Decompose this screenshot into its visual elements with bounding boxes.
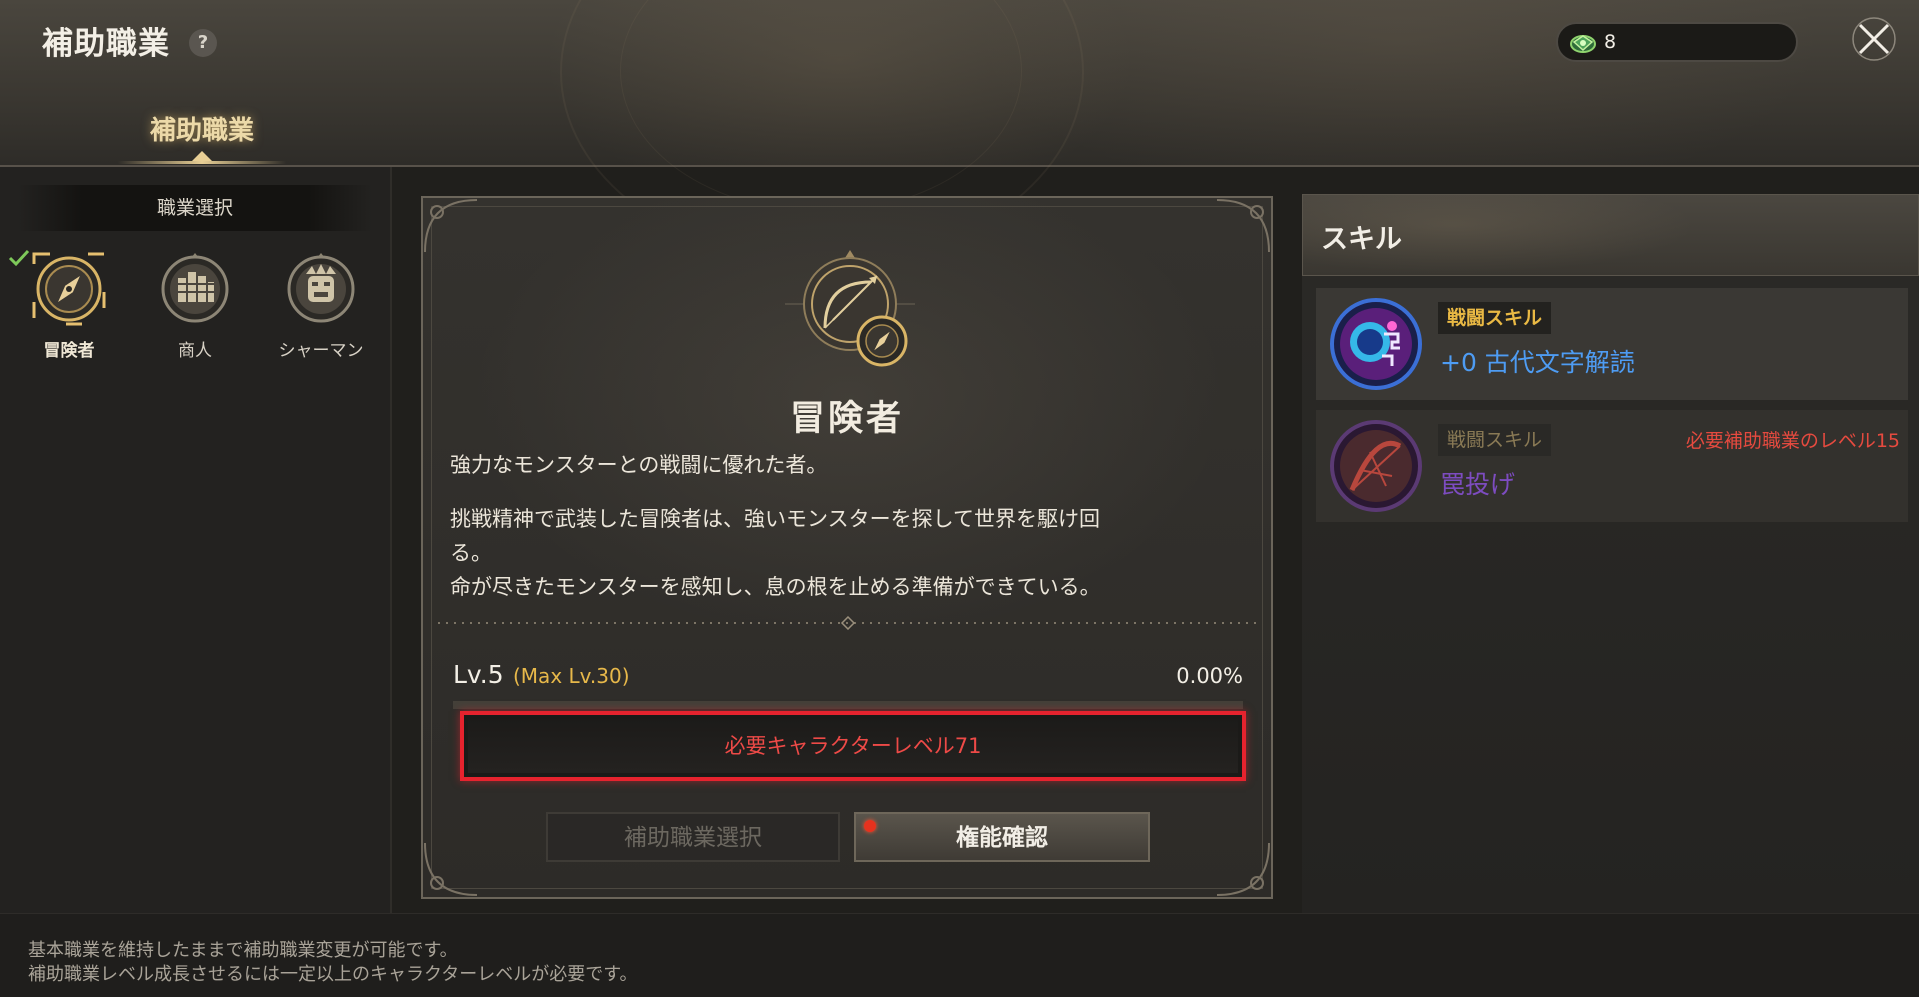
footer-info-line: 補助職業レベル成長させるには一定以上のキャラクターレベルが必要です。 <box>28 964 638 985</box>
footer-info: 基本職業を維持したままで補助職業変更が可能です。 補助職業レベル成長させるには一… <box>0 913 1919 997</box>
job-select-panel: 職業選択 冒険者 商人 シャーマン <box>0 167 392 913</box>
notification-dot-icon <box>864 820 876 832</box>
tab-underline <box>118 161 286 164</box>
currency-value: 8 <box>1604 31 1617 53</box>
corner-ornament-icon <box>424 842 478 896</box>
job-description-line: 挑戦精神で武装した冒険者は、強いモンスターを探して世界を駆け回 <box>450 507 1100 531</box>
confirm-powers-label: 権能確認 <box>956 825 1048 851</box>
corner-ornament-icon <box>424 199 478 253</box>
dotted-divider <box>438 616 1258 630</box>
currency-display: 8 <box>1556 22 1798 62</box>
job-description-line: る。 <box>450 541 492 565</box>
confirm-powers-button[interactable]: 権能確認 <box>854 812 1150 862</box>
skill-type-tag: 戦闘スキル <box>1438 302 1552 334</box>
level-progress-percent: 0.00% <box>1176 664 1243 688</box>
job-select-header: 職業選択 <box>18 185 372 231</box>
corner-ornament-icon <box>1216 842 1270 896</box>
max-level: (Max Lv.30) <box>513 664 630 688</box>
skill-card[interactable]: 戦闘スキル +0 古代文字解読 <box>1316 288 1908 400</box>
job-description-line: 強力なモンスターとの戦闘に優れた者。 <box>450 453 828 477</box>
page-title: 補助職業 <box>42 26 170 62</box>
skill-card[interactable]: 戦闘スキル 必要補助職業のレベル15 罠投げ <box>1316 410 1908 522</box>
job-label: シャーマン <box>278 341 364 361</box>
help-icon[interactable]: ? <box>189 29 217 57</box>
tab-caret-icon <box>192 151 212 161</box>
compass-icon <box>32 252 106 326</box>
job-label: 冒険者 <box>43 341 95 361</box>
level-row: Lv.5 (Max Lv.30) 0.00% <box>453 660 1243 694</box>
current-level: Lv.5 <box>453 660 504 689</box>
skill-name: 罠投げ <box>1440 470 1516 499</box>
bow-emblem-icon <box>785 250 915 367</box>
ancient-script-icon <box>1330 298 1422 390</box>
job-item-merchant[interactable]: 商人 <box>140 252 250 372</box>
tab-sub-job[interactable]: 補助職業 <box>118 110 286 164</box>
job-description-line: 命が尽きたモンスターを感知し、息の根を止める準備ができている。 <box>450 575 1101 599</box>
gem-currency-icon <box>1568 31 1598 59</box>
skill-panel: スキル 戦闘スキル +0 古代文字解読 戦闘スキル 必要補助職業のレベル15 罠… <box>1302 194 1919 913</box>
job-item-shaman[interactable]: シャーマン <box>266 252 376 372</box>
corner-ornament-icon <box>1216 199 1270 253</box>
job-name: 冒険者 <box>789 399 904 439</box>
skill-requirement: 必要補助職業のレベル15 <box>1685 430 1900 452</box>
close-icon <box>1852 17 1896 61</box>
close-button[interactable] <box>1850 15 1898 63</box>
level-progress-bar <box>453 701 1243 709</box>
tab-sub-job-label: 補助職業 <box>149 116 254 146</box>
job-item-adventurer[interactable]: 冒険者 <box>14 252 124 372</box>
skill-name: +0 古代文字解読 <box>1440 348 1635 377</box>
top-bar: 補助職業 ? 8 補助職業 <box>0 0 1919 264</box>
job-detail-panel: 冒険者 強力なモンスターとの戦闘に優れた者。 挑戦精神で武装した冒険者は、強いモ… <box>421 196 1273 899</box>
trap-net-icon <box>1330 420 1422 512</box>
skill-header: スキル <box>1302 194 1919 276</box>
requirement-highlight-box: 必要キャラクターレベル71 <box>460 711 1246 781</box>
select-sub-job-button[interactable]: 補助職業選択 <box>546 812 840 862</box>
coins-icon <box>158 252 232 326</box>
tribal-mask-icon <box>284 252 358 326</box>
required-character-level: 必要キャラクターレベル71 <box>468 719 1238 773</box>
job-label: 商人 <box>178 341 212 361</box>
skill-header-label: スキル <box>1321 224 1402 255</box>
skill-type-tag: 戦闘スキル <box>1438 424 1552 456</box>
job-description: 強力なモンスターとの戦闘に優れた者。 挑戦精神で武装した冒険者は、強いモンスター… <box>450 448 1230 604</box>
footer-info-line: 基本職業を維持したままで補助職業変更が可能です。 <box>28 940 458 961</box>
